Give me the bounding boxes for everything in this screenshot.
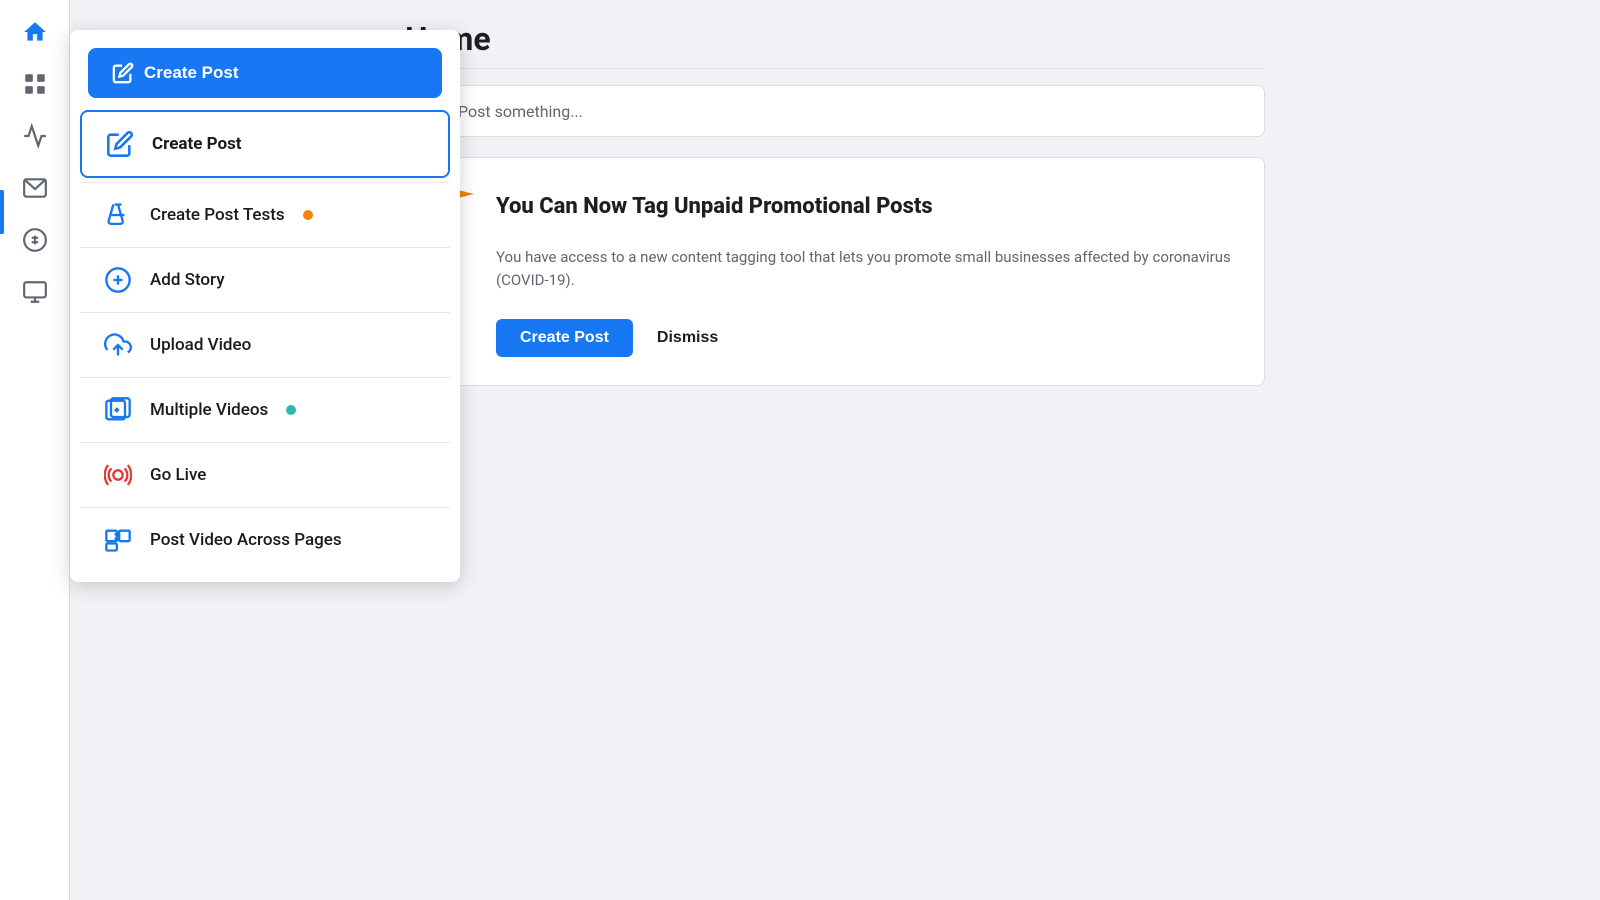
sidebar-item-activity[interactable] xyxy=(13,114,57,158)
promo-create-post-button[interactable]: Create Post xyxy=(496,319,633,357)
edit-icon xyxy=(102,126,138,162)
active-indicator xyxy=(0,190,4,234)
create-post-tests-badge xyxy=(303,210,313,220)
promo-dismiss-button[interactable]: Dismiss xyxy=(649,319,726,357)
promo-title: You Can Now Tag Unpaid Promotional Posts xyxy=(496,194,933,219)
create-post-dropdown: Create Post Create Post Create Post Test… xyxy=(70,30,460,582)
menu-item-create-post-label: Create Post xyxy=(152,134,242,154)
menu-item-add-story-label: Add Story xyxy=(150,270,225,290)
menu-item-multiple-videos[interactable]: Multiple Videos xyxy=(80,377,450,442)
plus-circle-icon xyxy=(100,262,136,298)
flask-icon xyxy=(100,197,136,233)
page-title: Home xyxy=(405,0,1265,69)
sidebar xyxy=(0,0,70,900)
menu-item-multiple-videos-label: Multiple Videos xyxy=(150,400,268,420)
cross-post-icon xyxy=(100,522,136,558)
multi-video-icon xyxy=(100,392,136,428)
promo-actions: Create Post Dismiss xyxy=(434,319,1236,357)
post-bar-placeholder: Post something... xyxy=(458,102,583,121)
sidebar-item-pages[interactable] xyxy=(13,62,57,106)
create-post-top-button[interactable]: Create Post xyxy=(88,48,442,98)
menu-item-create-post[interactable]: Create Post xyxy=(80,110,450,178)
multiple-videos-badge xyxy=(286,405,296,415)
upload-icon xyxy=(100,327,136,363)
menu-item-go-live-label: Go Live xyxy=(150,465,206,485)
sidebar-item-inbox[interactable] xyxy=(13,166,57,210)
sidebar-item-home[interactable] xyxy=(13,10,57,54)
menu-item-upload-video[interactable]: Upload Video xyxy=(80,312,450,377)
promo-header: You Can Now Tag Unpaid Promotional Posts xyxy=(434,182,1236,230)
menu-item-add-story[interactable]: Add Story xyxy=(80,247,450,312)
sidebar-item-monetization[interactable] xyxy=(13,218,57,262)
promo-card: You Can Now Tag Unpaid Promotional Posts… xyxy=(405,157,1265,386)
promo-body: You have access to a new content tagging… xyxy=(434,246,1236,291)
post-something-bar[interactable]: Post something... xyxy=(405,85,1265,137)
menu-item-go-live[interactable]: Go Live xyxy=(80,442,450,507)
menu-item-post-video-across-pages-label: Post Video Across Pages xyxy=(150,530,342,550)
sidebar-item-media[interactable] xyxy=(13,270,57,314)
menu-item-create-post-tests[interactable]: Create Post Tests xyxy=(80,182,450,247)
menu-item-post-video-across-pages[interactable]: Post Video Across Pages xyxy=(80,507,450,572)
menu-item-create-post-tests-label: Create Post Tests xyxy=(150,205,285,225)
live-icon xyxy=(100,457,136,493)
menu-item-upload-video-label: Upload Video xyxy=(150,335,251,355)
